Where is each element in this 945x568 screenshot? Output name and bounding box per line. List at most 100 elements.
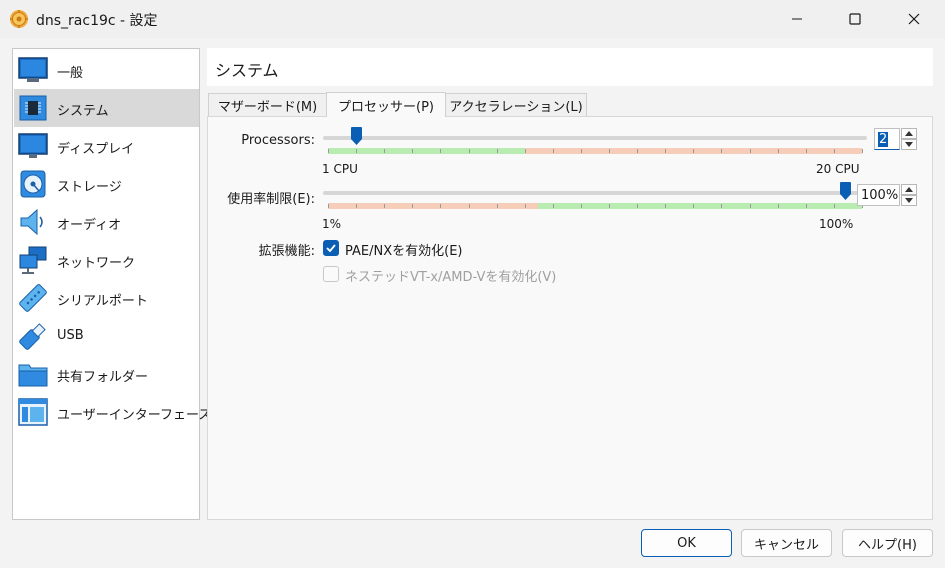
processors-tick — [553, 149, 554, 153]
sidebar-item-label: ユーザーインターフェース — [57, 408, 212, 423]
sidebar-item-label: 共有フォルダー — [57, 370, 149, 385]
pae-nx-label[interactable]: PAE/NXを有効化(E) — [345, 240, 462, 259]
execution-cap-tick — [525, 204, 526, 208]
execution-cap-tick — [356, 204, 357, 208]
processors-tick — [834, 149, 835, 153]
cancel-button[interactable]: キャンセル — [741, 529, 832, 557]
processors-max-label: 20 CPU — [816, 162, 860, 176]
execution-cap-tick — [440, 204, 441, 208]
processors-tick — [525, 149, 526, 153]
processors-tick — [750, 149, 751, 153]
execution-cap-tick — [750, 204, 751, 208]
processors-increment-button[interactable] — [901, 128, 917, 139]
execution-cap-value[interactable]: 100% — [861, 188, 898, 203]
processors-slider-track[interactable] — [323, 136, 867, 140]
help-button[interactable]: ヘルプ(H) — [842, 529, 933, 557]
arrow-up-icon — [905, 187, 913, 192]
extended-features-label: 拡張機能: — [258, 244, 315, 259]
close-button[interactable] — [891, 0, 937, 38]
tab-motherboard[interactable]: マザーボード(M) — [208, 93, 327, 117]
sidebar-item-label: ネットワーク — [57, 256, 136, 271]
folder-icon — [18, 364, 48, 387]
network-icon — [19, 246, 47, 274]
monitor-icon — [18, 57, 48, 82]
processors-tick — [581, 149, 582, 153]
arrow-up-icon — [905, 131, 913, 136]
processors-tick — [356, 149, 357, 153]
arrow-down-icon — [905, 198, 913, 203]
sidebar-item-usb[interactable]: USB — [14, 317, 199, 355]
sidebar-item-shared-folders[interactable]: 共有フォルダー — [14, 355, 199, 393]
pae-nx-checkbox[interactable] — [323, 240, 339, 256]
page-header: システム — [207, 48, 933, 86]
sidebar-item-audio[interactable]: オーディオ — [14, 203, 199, 241]
sidebar-item-serial-port[interactable]: シリアルポート — [14, 279, 199, 317]
usb-icon — [19, 323, 46, 350]
window-title: dns_rac19c - 設定 — [36, 13, 158, 29]
sidebar-item-general[interactable]: 一般 — [14, 51, 199, 89]
execution-cap-slider-handle[interactable] — [840, 182, 851, 200]
serial-port-icon — [19, 284, 47, 312]
processors-tick — [328, 149, 329, 153]
processors-spinbox[interactable]: 2 — [874, 128, 900, 150]
checkmark-icon — [326, 244, 336, 253]
sidebar-item-label: 一般 — [57, 66, 84, 81]
maximize-button[interactable] — [832, 0, 878, 38]
ok-button-label: OK — [677, 535, 696, 551]
sidebar-item-network[interactable]: ネットワーク — [14, 241, 199, 279]
sidebar-item-storage[interactable]: ストレージ — [14, 165, 199, 203]
sidebar-item-label: ディスプレイ — [57, 142, 135, 157]
sidebar-item-label: システム — [57, 104, 109, 119]
maximize-icon — [849, 13, 861, 25]
processors-label: Processors: — [241, 133, 315, 148]
tab-label: プロセッサー(P) — [338, 99, 434, 115]
minimize-button[interactable] — [774, 0, 820, 38]
execution-cap-decrement-button[interactable] — [901, 195, 917, 206]
execution-cap-spinbox[interactable]: 100% — [857, 184, 900, 206]
ok-button[interactable]: OK — [641, 529, 732, 557]
processors-spin-buttons[interactable] — [901, 128, 917, 150]
processors-slider-handle[interactable] — [350, 127, 362, 145]
execution-cap-tick — [553, 204, 554, 208]
sidebar-item-label: オーディオ — [57, 218, 122, 233]
tab-acceleration[interactable]: アクセラレーション(L) — [445, 93, 587, 117]
sidebar-item-label: シリアルポート — [57, 294, 148, 309]
page-title: システム — [215, 61, 279, 80]
processors-tick — [412, 149, 413, 153]
execution-cap-tick — [721, 204, 722, 208]
processors-tick — [806, 149, 807, 153]
processors-tick — [440, 149, 441, 153]
processors-decrement-button[interactable] — [901, 139, 917, 150]
processors-recommended-zone — [328, 148, 525, 154]
execution-cap-tick — [834, 204, 835, 208]
sidebar-item-system[interactable]: システム — [14, 89, 199, 127]
execution-cap-tick — [384, 204, 385, 208]
cancel-button-label: キャンセル — [753, 537, 819, 553]
chip-icon — [19, 95, 47, 121]
sidebar-item-label: ストレージ — [57, 180, 122, 195]
sidebar-item-user-interface[interactable]: ユーザーインターフェース — [14, 393, 211, 431]
execution-cap-warning-zone — [328, 203, 539, 209]
execution-cap-spin-buttons[interactable] — [901, 184, 917, 206]
processors-tick — [721, 149, 722, 153]
processors-tick — [384, 149, 385, 153]
execution-cap-tick — [637, 204, 638, 208]
processors-tick — [609, 149, 610, 153]
tab-processor[interactable]: プロセッサー(P) — [326, 92, 446, 117]
help-button-label: ヘルプ(H) — [858, 537, 917, 553]
processors-tick — [665, 149, 666, 153]
processors-tick — [693, 149, 694, 153]
tab-label: マザーボード(M) — [217, 100, 318, 115]
execution-cap-tick — [469, 204, 470, 208]
processors-min-label: 1 CPU — [322, 162, 358, 176]
processors-value[interactable]: 2 — [878, 132, 889, 147]
sidebar-item-display[interactable]: ディスプレイ — [14, 127, 199, 165]
close-icon — [908, 13, 920, 25]
execution-cap-slider-track[interactable] — [323, 191, 867, 195]
execution-cap-tick — [778, 204, 779, 208]
execution-cap-increment-button[interactable] — [901, 184, 917, 195]
arrow-down-icon — [905, 142, 913, 147]
processors-tick — [778, 149, 779, 153]
tab-label: アクセラレーション(L) — [449, 100, 583, 115]
processors-tick — [497, 149, 498, 153]
